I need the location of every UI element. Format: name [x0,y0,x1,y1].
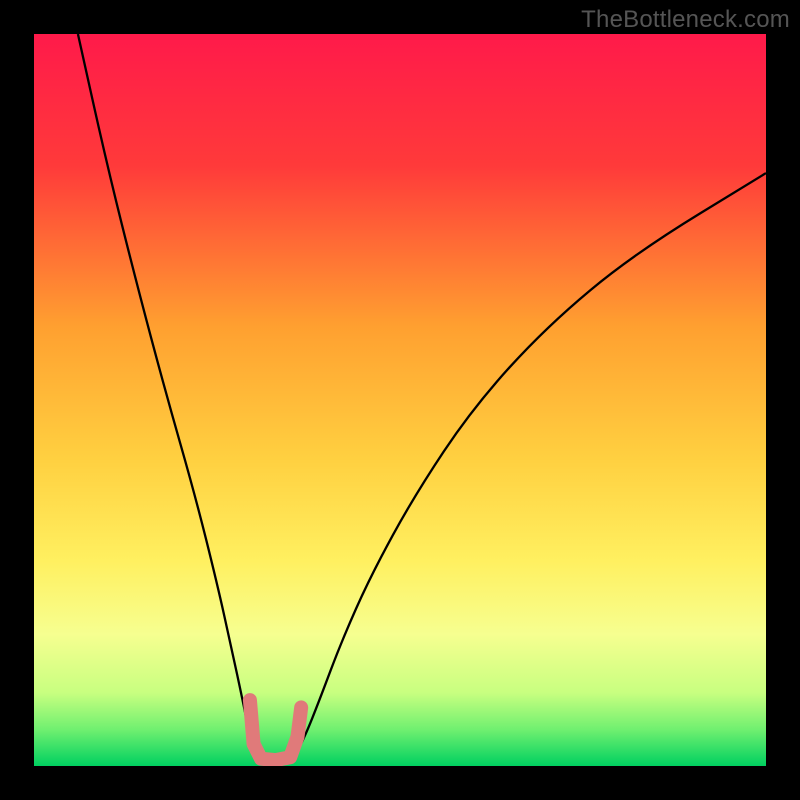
watermark-text: TheBottleneck.com [581,6,790,34]
chart-frame: TheBottleneck.com [0,0,800,800]
gradient-background [34,34,766,766]
plot-area [34,34,766,766]
chart-svg [34,34,766,766]
